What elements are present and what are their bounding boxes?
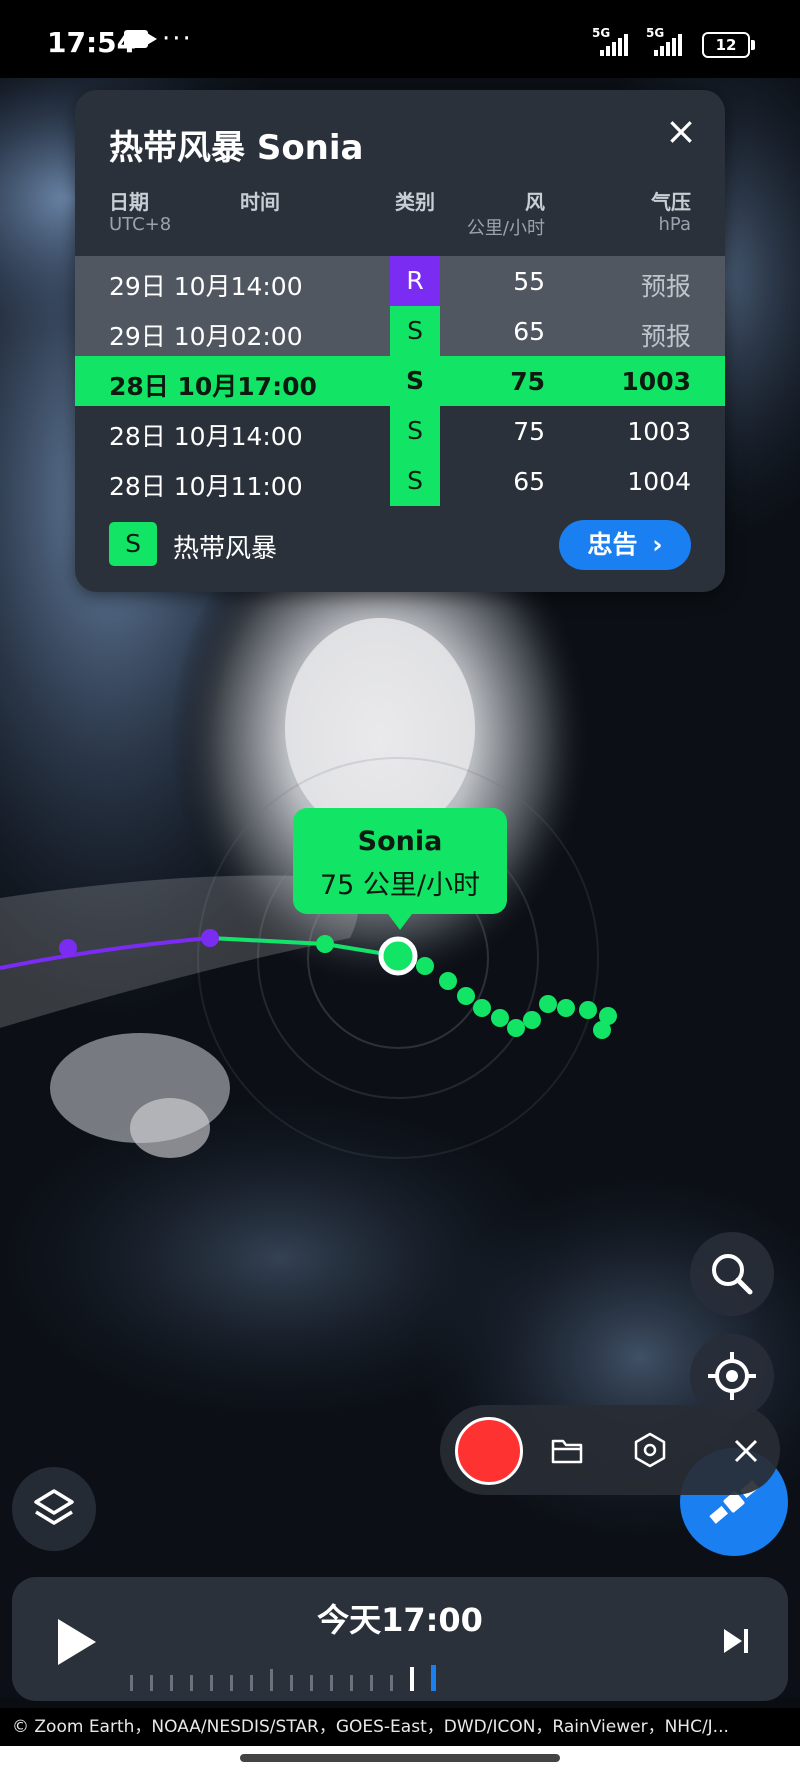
storm-name: Sonia — [357, 826, 443, 857]
close-icon[interactable]: × — [661, 112, 701, 152]
row-date: 28日 10月11:00 — [109, 472, 303, 501]
video-camera-icon — [124, 30, 157, 48]
header-date: 日期 — [109, 190, 149, 214]
row-wind: 65 — [513, 317, 545, 346]
signal-icon — [600, 34, 628, 56]
category-badge: S — [390, 406, 440, 456]
battery-icon: 12 — [702, 32, 755, 58]
search-icon — [712, 1254, 753, 1295]
row-date: 28日 10月14:00 — [109, 422, 303, 451]
timeline-panel: 今天17:00 — [12, 1577, 788, 1701]
row-date: 29日 10月14:00 — [109, 272, 303, 301]
storm-speed: 75 公里/小时 — [319, 870, 481, 901]
row-date: 29日 10月02:00 — [109, 322, 303, 351]
legend-badge: S — [109, 522, 157, 566]
header-wind-unit: 公里/小时 — [466, 218, 545, 239]
advisory-button[interactable]: 忠告 › — [559, 520, 691, 570]
row-wind: 65 — [513, 467, 545, 496]
table-row[interactable]: 29日 10月14:00 R 55 预报 — [75, 256, 725, 306]
more-dots-icon: ··· — [162, 24, 193, 54]
status-time: 17:54 — [47, 26, 137, 59]
screen-record-bar — [440, 1405, 780, 1495]
navigation-bar — [0, 1746, 800, 1778]
table-row[interactable]: 28日 10月11:00 S 65 1004 — [75, 456, 725, 506]
home-indicator[interactable] — [240, 1754, 560, 1762]
signal-icon-2 — [654, 34, 682, 56]
table-row-current[interactable]: 28日 10月17:00 S 75 1003 — [75, 356, 725, 406]
category-badge: S — [390, 306, 440, 356]
storm-position-marker — [378, 936, 418, 976]
skip-forward-icon[interactable] — [720, 1625, 752, 1657]
category-badge: S — [390, 356, 440, 406]
row-wind: 55 — [513, 267, 545, 296]
folder-icon[interactable] — [550, 1433, 584, 1467]
status-icons: ··· — [124, 24, 193, 54]
header-time: 时间 — [240, 190, 280, 214]
map-attribution: © Zoom Earth，NOAA/NESDIS/STAR，GOES-East，… — [0, 1708, 800, 1746]
storm-info-card: 热带风暴 Sonia × 日期 时间 类别 风 气压 UTC+8 公里/小时 h… — [75, 90, 725, 592]
legend-label: 热带风暴 — [173, 534, 278, 564]
row-pressure: 预报 — [640, 322, 691, 351]
category-badge: S — [390, 456, 440, 506]
timeline-current-time: 今天17:00 — [317, 1601, 483, 1639]
row-pressure: 1003 — [621, 367, 691, 396]
record-button[interactable] — [455, 1417, 523, 1485]
layers-icon — [34, 1489, 74, 1525]
chevron-right-icon: › — [652, 530, 663, 559]
close-icon[interactable] — [732, 1437, 760, 1465]
row-pressure: 1004 — [627, 467, 691, 496]
header-category: 类别 — [395, 190, 435, 214]
timeline-scrubber[interactable] — [130, 1665, 436, 1691]
search-button[interactable] — [690, 1232, 774, 1316]
status-bar: 17:54 ··· 5G 5G 12 — [0, 0, 800, 78]
header-pressure: 气压 — [651, 190, 691, 214]
advisory-button-label: 忠告 — [587, 530, 638, 559]
header-timezone: UTC+8 — [109, 214, 172, 235]
table-row[interactable]: 28日 10月14:00 S 75 1003 — [75, 406, 725, 456]
row-wind: 75 — [513, 417, 545, 446]
table-row[interactable]: 29日 10月02:00 S 65 预报 — [75, 306, 725, 356]
layers-button[interactable] — [12, 1467, 96, 1551]
category-badge: R — [390, 256, 440, 306]
header-pressure-unit: hPa — [658, 214, 691, 235]
row-date: 28日 10月17:00 — [109, 372, 317, 401]
header-wind: 风 — [525, 190, 545, 214]
row-pressure: 1003 — [627, 417, 691, 446]
settings-hexagon-icon[interactable] — [632, 1431, 668, 1469]
card-title: 热带风暴 Sonia — [109, 128, 364, 168]
row-pressure: 预报 — [640, 272, 691, 301]
storm-map-label[interactable]: Sonia 75 公里/小时 — [293, 808, 507, 930]
row-wind: 75 — [510, 367, 545, 396]
